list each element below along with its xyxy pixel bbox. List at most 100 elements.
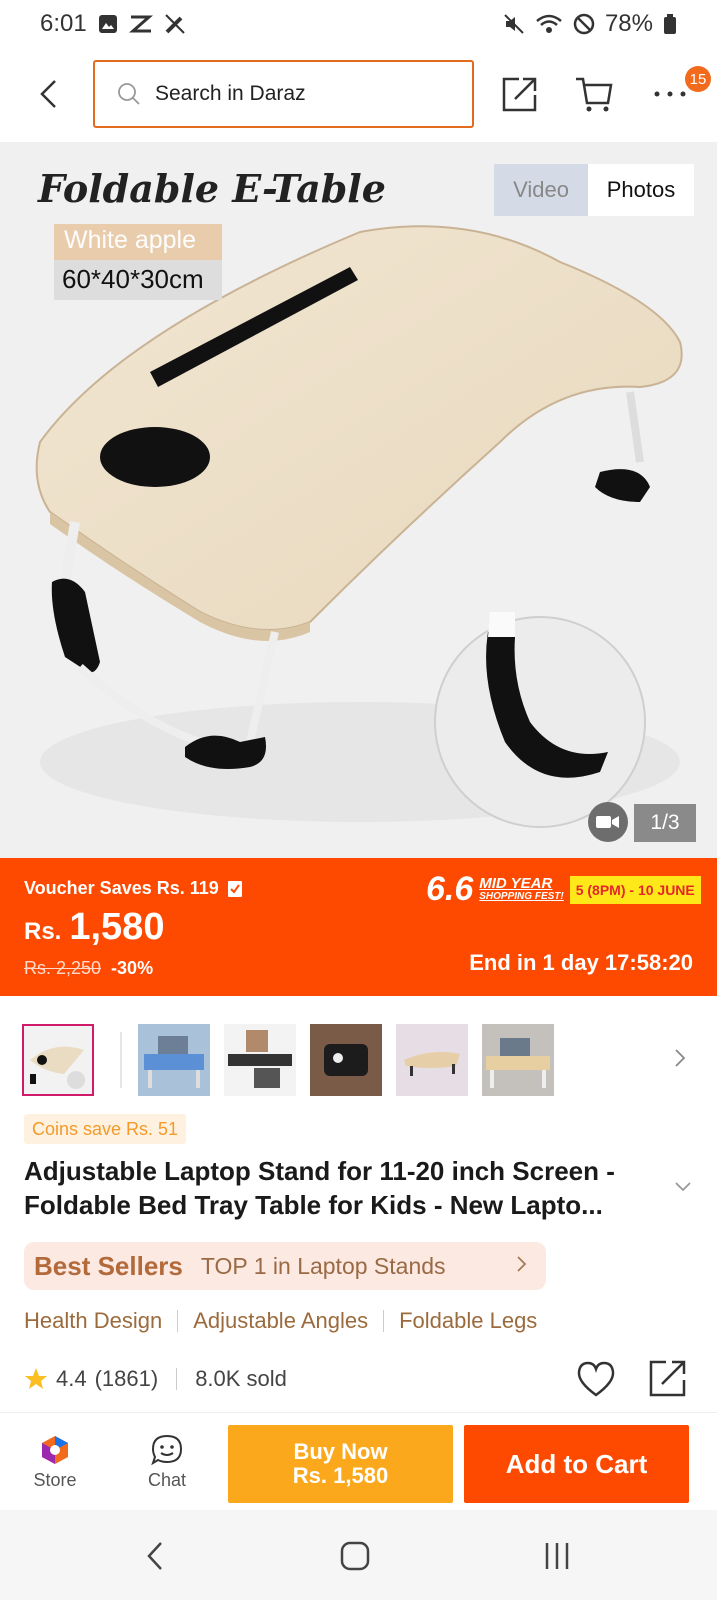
campaign-number: 6.6 — [426, 870, 474, 908]
store-label: Store — [33, 1469, 77, 1490]
image-counter: 1/3 — [634, 804, 696, 842]
rating-value: 4.4 — [56, 1366, 87, 1391]
tab-photos[interactable]: Photos — [588, 164, 694, 216]
chat-button[interactable]: Chat — [136, 1413, 198, 1511]
price-banner: Voucher Saves Rs. 119 Rs. 1,580 Rs. 2,25… — [0, 858, 717, 996]
nav-back-button[interactable] — [133, 1534, 177, 1578]
review-count: (1861) — [94, 1366, 159, 1391]
buy-now-price: Rs. 1,580 — [292, 1463, 389, 1488]
cart-button[interactable] — [572, 72, 616, 116]
voucher-text: Voucher Saves Rs. 119 — [24, 878, 219, 898]
star-icon — [25, 1368, 47, 1389]
search-input[interactable]: Search in Daraz — [93, 60, 474, 128]
edit-off-icon — [165, 14, 185, 34]
original-price-row: Rs. 2,250 -30% — [24, 958, 153, 979]
nav-home-icon — [340, 1541, 370, 1571]
product-title: Adjustable Laptop Stand for 11-20 inch S… — [24, 1156, 615, 1220]
size-tag: 60*40*30cm — [54, 260, 222, 300]
feature-tag: Health Design — [24, 1308, 163, 1333]
nav-recents-icon — [545, 1543, 569, 1569]
voucher-check-icon — [227, 880, 242, 897]
thumbnail[interactable] — [224, 1024, 296, 1096]
thumbnail[interactable] — [310, 1024, 382, 1096]
clock: 6:01 — [40, 10, 87, 37]
feature-tag: Foldable Legs — [399, 1308, 538, 1333]
share-button[interactable] — [498, 72, 542, 116]
wishlist-button[interactable] — [576, 1360, 616, 1403]
dnd-icon — [573, 13, 595, 35]
thumbnails-next-button[interactable] — [674, 1048, 686, 1073]
nav-recents-button[interactable] — [535, 1534, 579, 1578]
add-to-cart-button[interactable]: Add to Cart — [464, 1425, 689, 1503]
original-price: Rs. 2,250 — [24, 958, 102, 978]
campaign-badge: 6.6 MID YEAR SHOPPING FEST! 5 (8PM) - 10… — [426, 870, 701, 909]
thumbnail-divider — [120, 1032, 122, 1088]
cart-icon — [576, 77, 613, 112]
wifi-icon — [536, 14, 562, 33]
store-button[interactable]: Store — [24, 1413, 86, 1511]
share-icon — [649, 1360, 686, 1397]
discount-percent: -30% — [111, 958, 154, 978]
product-image[interactable]: Foldable E-Table White apple 60*40*30cm … — [0, 142, 717, 858]
coins-badge: Coins save Rs. 51 — [24, 1114, 187, 1144]
thumbnail[interactable] — [22, 1024, 94, 1096]
chevron-right-icon — [516, 1254, 528, 1279]
best-sellers-label: Best Sellers — [34, 1250, 183, 1281]
campaign-name: MID YEAR SHOPPING FEST! — [479, 874, 564, 902]
status-bar: 6:01 78% — [0, 0, 717, 48]
heart-icon — [577, 1361, 615, 1397]
share-product-button[interactable] — [648, 1358, 688, 1403]
voucher-info[interactable]: Voucher Saves Rs. 119 — [24, 878, 243, 899]
sync-icon — [128, 15, 153, 33]
bottom-action-bar: Store Chat Buy Now Rs. 1,580 Add to Cart — [0, 1412, 717, 1510]
tab-video[interactable]: Video — [494, 164, 588, 216]
best-sellers-rank: TOP 1 in Laptop Stands — [200, 1252, 446, 1279]
rating-divider — [176, 1368, 178, 1390]
battery-percent: 78% — [604, 10, 653, 37]
top-header: Search in Daraz 15 — [0, 50, 717, 138]
feature-tag: Adjustable Angles — [193, 1308, 369, 1333]
product-page: 6:01 78% Search in Daraz 15 Foldable E-T… — [0, 0, 717, 1600]
expand-title-button[interactable] — [674, 1180, 692, 1198]
search-icon — [118, 83, 140, 105]
chat-label: Chat — [147, 1469, 187, 1490]
thumbnail[interactable] — [138, 1024, 210, 1096]
gallery-icon — [98, 15, 117, 33]
back-button[interactable] — [28, 72, 68, 116]
buy-now-label: Buy Now — [293, 1439, 388, 1464]
best-sellers-banner[interactable]: Best Sellers TOP 1 in Laptop Stands — [24, 1242, 546, 1290]
overlay-title: Foldable E-Table — [38, 166, 386, 211]
mute-icon — [504, 14, 524, 34]
search-placeholder: Search in Daraz — [155, 82, 306, 105]
nav-home-button[interactable] — [333, 1534, 377, 1578]
feature-divider — [383, 1310, 385, 1332]
nav-back-icon — [147, 1542, 162, 1570]
store-icon — [42, 1435, 68, 1464]
color-tag: White apple — [54, 224, 222, 260]
video-button[interactable] — [588, 802, 628, 842]
rating-row[interactable]: 4.4 (1861) 8.0K sold — [24, 1366, 287, 1392]
chevron-left-icon — [40, 80, 56, 108]
share-icon — [502, 77, 537, 112]
chat-icon — [151, 1434, 183, 1465]
thumbnail[interactable] — [482, 1024, 554, 1096]
video-camera-icon — [596, 816, 619, 828]
feature-divider — [177, 1310, 179, 1332]
currency: Rs. — [24, 918, 62, 945]
chevron-down-icon — [675, 1182, 691, 1192]
countdown: End in 1 day 17:58:20 — [469, 950, 693, 975]
price-amount: 1,580 — [69, 906, 165, 948]
battery-icon — [664, 14, 676, 34]
buy-now-button[interactable]: Buy Now Rs. 1,580 — [228, 1425, 453, 1503]
campaign-dates: 5 (8PM) - 10 JUNE — [569, 875, 701, 904]
feature-tags: Health Design Adjustable Angles Foldable… — [24, 1308, 537, 1334]
system-nav-bar — [0, 1510, 717, 1600]
more-dots-icon — [654, 91, 686, 97]
media-tabs: Video Photos — [494, 164, 694, 216]
sold-count: 8.0K sold — [195, 1366, 287, 1391]
cart-badge: 15 — [685, 66, 711, 92]
chevron-right-icon — [675, 1049, 686, 1067]
thumbnail[interactable] — [396, 1024, 468, 1096]
current-price: Rs. 1,580 — [24, 906, 164, 949]
thumbnail-strip — [22, 1024, 702, 1098]
